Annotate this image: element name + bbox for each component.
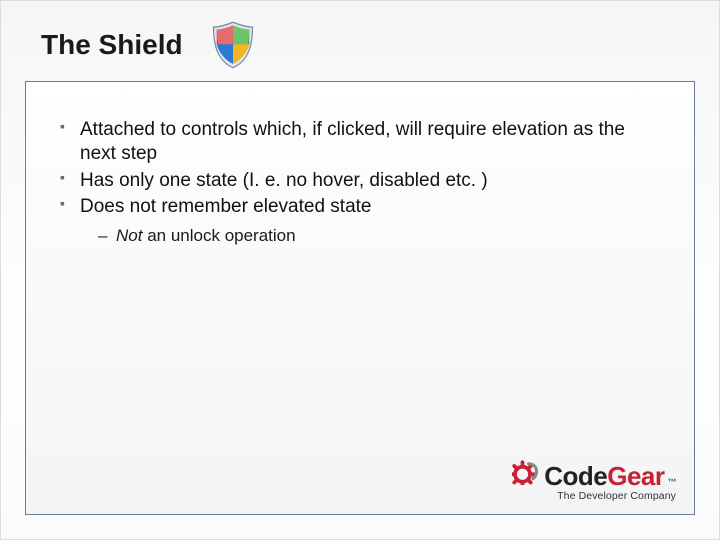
title-bar: The Shield <box>41 15 679 75</box>
bullet-list: Attached to controls which, if clicked, … <box>56 118 664 247</box>
logo-tagline: The Developer Company <box>512 490 676 502</box>
uac-shield-icon <box>207 19 259 71</box>
sub-bullet-emph: Not <box>116 226 142 245</box>
logo-text-code: Code <box>544 461 607 492</box>
company-logo: CodeGear ™ The Developer Company <box>512 459 676 502</box>
content-frame: Attached to controls which, if clicked, … <box>25 81 695 515</box>
logo-tm: ™ <box>668 477 677 487</box>
bullet-item: Does not remember elevated state Not an … <box>56 195 664 247</box>
logo-text-gear: Gear <box>607 461 664 492</box>
sub-bullet-rest: an unlock operation <box>142 226 295 245</box>
bullet-text: Does not remember elevated state <box>80 196 372 217</box>
slide-title: The Shield <box>41 29 183 61</box>
gear-icon <box>512 459 542 485</box>
bullet-item: Attached to controls which, if clicked, … <box>56 118 664 167</box>
slide: The Shield Attached <box>0 0 720 540</box>
sub-bullet-item: Not an unlock operation <box>98 225 664 247</box>
sub-bullet-list: Not an unlock operation <box>98 225 664 247</box>
bullet-item: Has only one state (I. e. no hover, disa… <box>56 169 664 193</box>
logo-wordmark: CodeGear ™ <box>512 459 676 492</box>
